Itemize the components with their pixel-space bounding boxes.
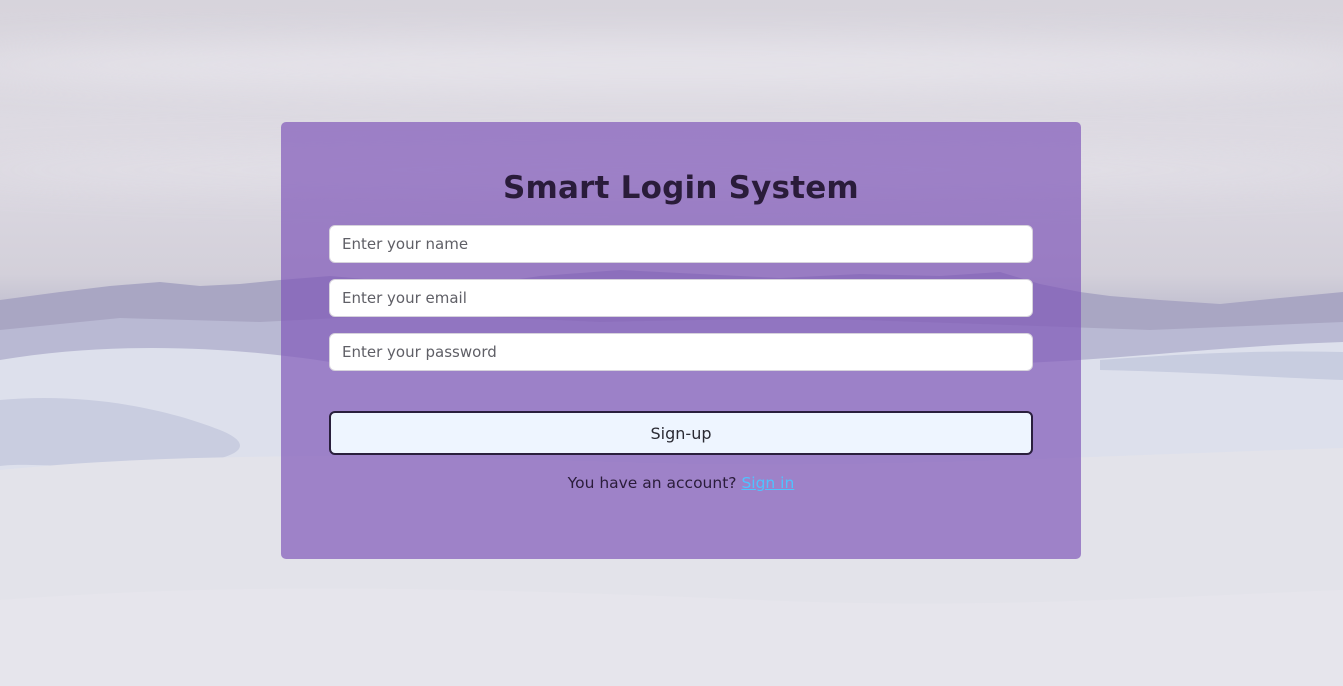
- signin-prompt: You have an account? Sign in: [281, 474, 1081, 492]
- page-title: Smart Login System: [503, 170, 859, 206]
- page-background: Smart Login System Sign-up You have an a…: [0, 0, 1343, 686]
- account-prompt-text: You have an account?: [567, 474, 742, 492]
- signup-card: Smart Login System Sign-up You have an a…: [281, 122, 1081, 559]
- name-input[interactable]: [329, 225, 1033, 263]
- signup-button[interactable]: Sign-up: [329, 411, 1033, 455]
- password-input[interactable]: [329, 333, 1033, 371]
- signin-link[interactable]: Sign in: [741, 474, 794, 492]
- email-input[interactable]: [329, 279, 1033, 317]
